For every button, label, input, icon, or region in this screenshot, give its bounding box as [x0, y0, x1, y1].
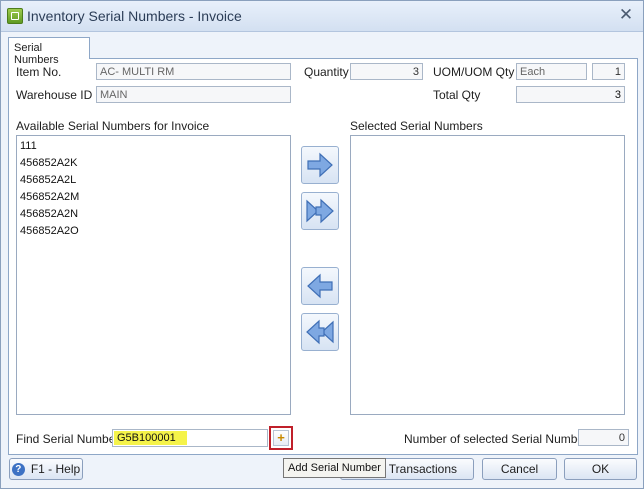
find-serial-input[interactable]	[112, 429, 271, 447]
window-title: Inventory Serial Numbers - Invoice	[27, 8, 242, 24]
add-serial-button[interactable]: +	[273, 430, 289, 446]
ok-button[interactable]: OK	[564, 458, 637, 480]
uom-label: UOM/UOM Qty	[433, 65, 515, 79]
double-arrow-right-icon	[306, 198, 334, 224]
tab-serial-numbers[interactable]: Serial Numbers	[8, 37, 90, 66]
list-item[interactable]: 456852A2K	[17, 155, 290, 172]
uom-qty-field: 1	[592, 63, 625, 80]
find-serial-text[interactable]	[113, 430, 271, 446]
add-selected-button[interactable]	[301, 146, 339, 184]
dialog-window: Inventory Serial Numbers - Invoice ✕ Ser…	[0, 0, 644, 489]
help-icon: ?	[11, 463, 25, 477]
cancel-button[interactable]: Cancel	[482, 458, 557, 480]
arrow-right-icon	[307, 152, 333, 178]
selected-serial-list[interactable]	[350, 135, 625, 415]
selected-count-label: Number of selected Serial Numbers	[404, 432, 595, 446]
warehouse-label: Warehouse ID	[16, 88, 93, 102]
add-all-button[interactable]	[301, 192, 339, 230]
title-bar: Inventory Serial Numbers - Invoice ✕	[1, 1, 643, 32]
quantity-label: Quantity	[304, 65, 349, 79]
arrow-left-icon	[307, 273, 333, 299]
item-no-label: Item No.	[16, 65, 62, 79]
total-qty-field: 3	[516, 86, 625, 103]
selected-count-field: 0	[578, 429, 629, 446]
remove-selected-button[interactable]	[301, 267, 339, 305]
add-serial-highlight-frame: +	[269, 426, 293, 450]
warehouse-field: MAIN	[96, 86, 291, 103]
list-item[interactable]: 111	[17, 138, 290, 155]
find-serial-label: Find Serial Number	[16, 432, 120, 446]
list-item[interactable]: 456852A2O	[17, 223, 290, 240]
uom-field: Each	[516, 63, 587, 80]
remove-all-button[interactable]	[301, 313, 339, 351]
close-button[interactable]: ✕	[615, 5, 637, 25]
tab-label: Serial Numbers	[14, 42, 59, 66]
app-icon	[7, 8, 23, 24]
list-item[interactable]: 456852A2N	[17, 206, 290, 223]
help-label: F1 - Help	[30, 462, 81, 476]
item-no-field: AC- MULTI RM	[96, 63, 291, 80]
quantity-field: 3	[350, 63, 423, 80]
help-button[interactable]: ? F1 - Help	[9, 458, 83, 480]
available-label: Available Serial Numbers for Invoice	[16, 119, 210, 133]
total-qty-label: Total Qty	[433, 88, 481, 102]
selected-label: Selected Serial Numbers	[350, 119, 483, 133]
view-transactions-label: w Transactions	[377, 462, 458, 476]
available-serial-list[interactable]: 111 456852A2K 456852A2L 456852A2M 456852…	[16, 135, 291, 415]
double-arrow-left-icon	[306, 319, 334, 345]
add-serial-tooltip: Add Serial Number	[283, 458, 386, 478]
list-item[interactable]: 456852A2M	[17, 189, 290, 206]
list-item[interactable]: 456852A2L	[17, 172, 290, 189]
